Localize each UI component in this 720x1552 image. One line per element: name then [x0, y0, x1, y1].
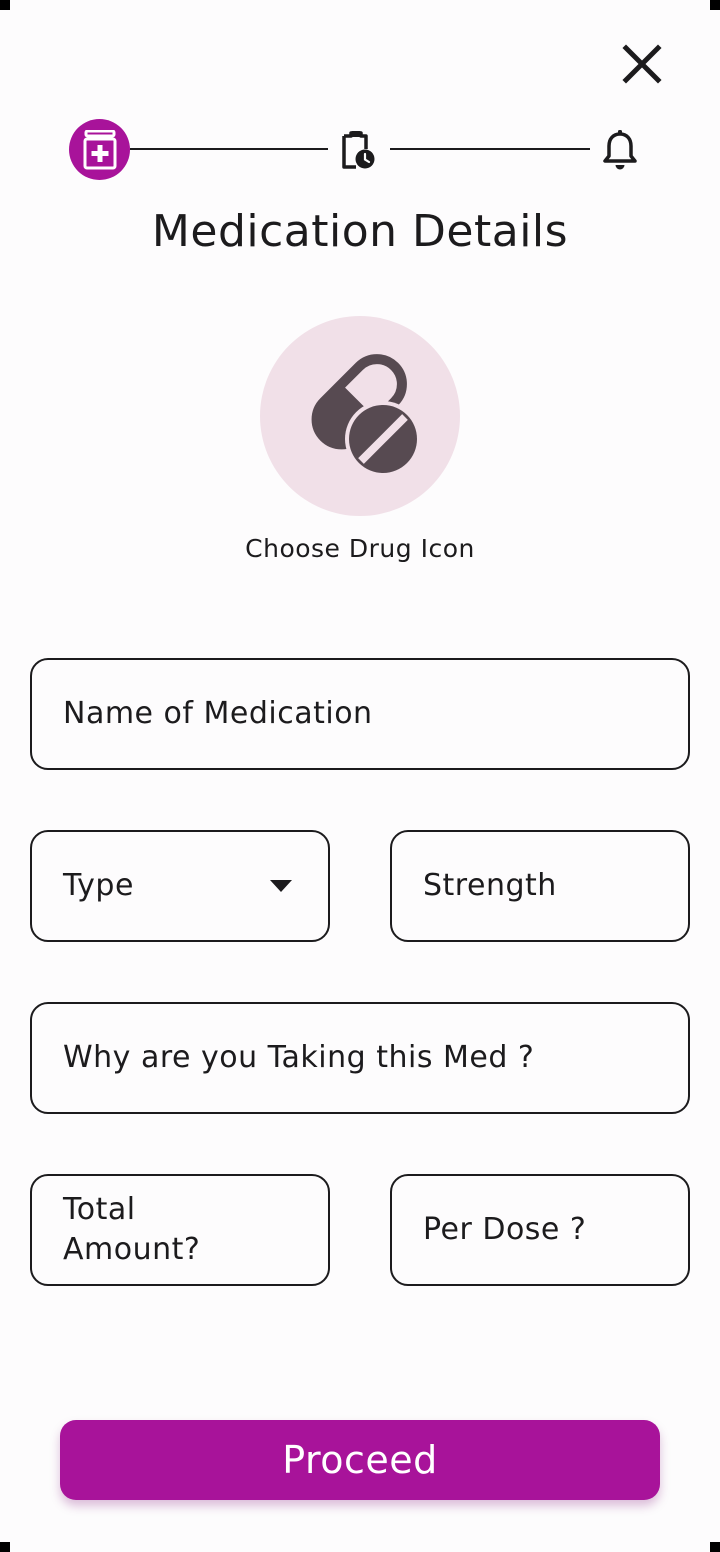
- medication-add-icon: [83, 129, 116, 169]
- step-reminders[interactable]: [598, 128, 642, 172]
- reason-field[interactable]: Why are you Taking this Med ?: [30, 1002, 690, 1114]
- corner-mark: [710, 1542, 720, 1552]
- page-title: Medication Details: [151, 206, 569, 257]
- medication-name-field[interactable]: Name of Medication: [30, 658, 690, 770]
- strength-placeholder: Strength: [423, 868, 557, 903]
- step-medication-details[interactable]: [69, 119, 130, 180]
- per-dose-field[interactable]: Per Dose ?: [390, 1174, 690, 1286]
- close-button[interactable]: [618, 40, 666, 88]
- progress-stepper: [0, 118, 720, 182]
- total-amount-placeholder: Total Amount?: [63, 1192, 201, 1267]
- corner-mark: [0, 0, 10, 10]
- close-icon: [622, 44, 662, 84]
- step-schedule[interactable]: [336, 128, 380, 172]
- bell-icon: [603, 130, 637, 170]
- strength-field[interactable]: Strength: [390, 830, 690, 942]
- proceed-button[interactable]: Proceed: [60, 1420, 660, 1500]
- type-placeholder: Type: [63, 868, 134, 903]
- total-amount-field[interactable]: Total Amount?: [30, 1174, 330, 1286]
- corner-mark: [0, 1542, 10, 1552]
- corner-mark: [710, 0, 720, 10]
- step-connector: [390, 148, 590, 150]
- clipboard-clock-icon: [342, 131, 375, 169]
- reason-placeholder: Why are you Taking this Med ?: [63, 1040, 535, 1075]
- caret-down-icon: [270, 880, 292, 892]
- per-dose-placeholder: Per Dose ?: [423, 1212, 587, 1247]
- pills-icon: [311, 354, 421, 477]
- choose-drug-icon-label: Choose Drug Icon: [245, 534, 475, 563]
- medication-name-placeholder: Name of Medication: [63, 696, 373, 731]
- type-dropdown[interactable]: Type: [30, 830, 330, 942]
- choose-drug-icon-button[interactable]: [260, 316, 460, 516]
- step-connector: [130, 148, 328, 150]
